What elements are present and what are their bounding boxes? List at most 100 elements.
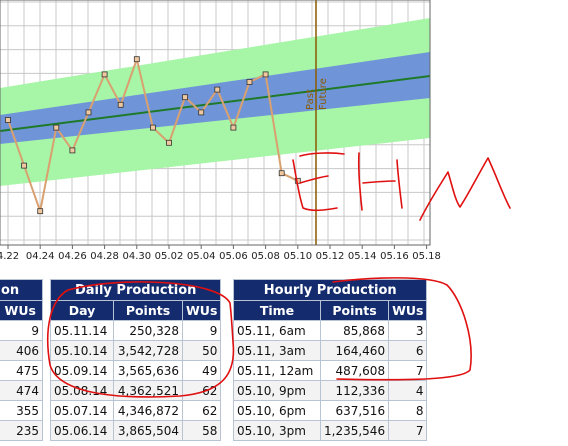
x-tick-label: 04.24 bbox=[26, 251, 55, 262]
table-row: 406 bbox=[0, 340, 43, 361]
table-row: 05.08.14 4,362,521 62 bbox=[50, 380, 222, 401]
data-point bbox=[21, 162, 28, 169]
x-tick-label: 04.26 bbox=[58, 251, 87, 262]
table-row: 05.10, 6pm 637,516 8 bbox=[233, 400, 428, 421]
points-cell: 3,865,504 bbox=[113, 420, 183, 441]
x-tick-label: 05.04 bbox=[187, 251, 216, 262]
data-point bbox=[37, 208, 44, 215]
data-point bbox=[214, 86, 221, 93]
x-tick-label: 05.02 bbox=[155, 251, 184, 262]
data-point bbox=[149, 124, 156, 131]
hourly-col-time: Time bbox=[233, 300, 321, 321]
wus-cell: 406 bbox=[0, 340, 43, 361]
wus-cell: 9 bbox=[181, 320, 222, 341]
daily-col-day: Day bbox=[50, 300, 114, 321]
x-tick-label: 05.06 bbox=[219, 251, 248, 262]
daily-title: Daily Production bbox=[49, 279, 222, 301]
x-tick-label: 05.12 bbox=[316, 251, 345, 262]
day-cell: 05.08.14 bbox=[50, 380, 114, 401]
wus-cell: 62 bbox=[181, 380, 222, 401]
marker-label-future: Future bbox=[318, 78, 329, 110]
data-point bbox=[133, 56, 140, 63]
table-row: 05.10, 9pm 112,336 4 bbox=[233, 380, 428, 401]
points-cell: 487,608 bbox=[319, 360, 390, 381]
left-col-wus: WUs bbox=[0, 300, 43, 321]
data-point bbox=[230, 124, 237, 131]
points-cell: 1,235,546 bbox=[319, 420, 390, 441]
wus-cell: 235 bbox=[0, 420, 43, 441]
wus-cell: 50 bbox=[181, 340, 222, 361]
table-row: 05.10, 3pm 1,235,546 7 bbox=[233, 420, 428, 441]
time-cell: 05.10, 3pm bbox=[233, 420, 321, 441]
hourly-col-wus: WUs bbox=[388, 300, 428, 321]
wus-cell: 4 bbox=[388, 380, 428, 401]
table-row: 05.11, 12am 487,608 7 bbox=[233, 360, 428, 381]
table-row: 9 bbox=[0, 320, 43, 341]
time-cell: 05.10, 6pm bbox=[233, 400, 321, 421]
points-cell: 250,328 bbox=[113, 320, 183, 341]
day-cell: 05.11.14 bbox=[50, 320, 114, 341]
day-cell: 05.07.14 bbox=[50, 400, 114, 421]
data-point bbox=[294, 177, 301, 184]
points-cell: 4,362,521 bbox=[113, 380, 183, 401]
x-tick-label: 04.30 bbox=[122, 251, 151, 262]
data-point bbox=[117, 101, 124, 108]
x-tick-label: 05.10 bbox=[283, 251, 312, 262]
x-tick-label: 05.14 bbox=[348, 251, 377, 262]
points-cell: 112,336 bbox=[319, 380, 390, 401]
points-cell: 637,516 bbox=[319, 400, 390, 421]
data-point bbox=[101, 71, 108, 78]
table-row: 05.11, 3am 164,460 6 bbox=[233, 340, 428, 361]
x-tick-label: 05.18 bbox=[412, 251, 441, 262]
day-cell: 05.10.14 bbox=[50, 340, 114, 361]
table-row: 355 bbox=[0, 400, 43, 421]
time-cell: 05.11, 3am bbox=[233, 340, 321, 361]
data-point bbox=[69, 147, 76, 154]
day-cell: 05.09.14 bbox=[50, 360, 114, 381]
left-table-title: on bbox=[0, 279, 43, 301]
x-tick-label: 04.28 bbox=[90, 251, 119, 262]
x-tick-label: 4.22 bbox=[0, 251, 19, 262]
hourly-col-points: Points bbox=[319, 300, 390, 321]
hourly-production-table: Hourly Production Time Points WUs 05.11,… bbox=[232, 279, 428, 441]
wus-cell: 7 bbox=[388, 360, 428, 381]
table-row: 05.09.14 3,565,636 49 bbox=[50, 360, 222, 381]
wus-cell: 474 bbox=[0, 380, 43, 401]
points-cell: 4,346,872 bbox=[113, 400, 183, 421]
data-point bbox=[53, 124, 60, 131]
data-point bbox=[262, 71, 269, 78]
points-cell: 164,460 bbox=[319, 340, 390, 361]
wus-cell: 8 bbox=[388, 400, 428, 421]
wus-cell: 355 bbox=[0, 400, 43, 421]
table-row: 474 bbox=[0, 380, 43, 401]
table-row: 05.07.14 4,346,872 62 bbox=[50, 400, 222, 421]
x-axis-ticks: 4.22 04.24 04.26 04.28 04.30 05.02 05.04 05.06 0… bbox=[0, 245, 441, 262]
x-tick-label: 05.08 bbox=[251, 251, 280, 262]
marker-label-past: Past bbox=[305, 89, 316, 110]
production-chart: Past Future 4.22 04.24 04.26 04.28 04.30 05.0… bbox=[0, 0, 441, 262]
points-cell: 3,565,636 bbox=[113, 360, 183, 381]
table-row: 235 bbox=[0, 420, 43, 441]
table-row: 05.11.14 250,328 9 bbox=[50, 320, 222, 341]
left-partial-table: on WUs 9 406 475 474 355 235 bbox=[0, 279, 43, 441]
wus-cell: 7 bbox=[388, 420, 428, 441]
data-point bbox=[182, 94, 189, 101]
daily-production-table: Daily Production Day Points WUs 05.11.14… bbox=[49, 279, 222, 441]
wus-cell: 475 bbox=[0, 360, 43, 381]
daily-col-points: Points bbox=[113, 300, 183, 321]
data-point bbox=[278, 170, 285, 177]
hourly-title: Hourly Production bbox=[232, 279, 428, 301]
wus-cell: 3 bbox=[388, 320, 428, 341]
table-row: 05.10.14 3,542,728 50 bbox=[50, 340, 222, 361]
daily-col-wus: WUs bbox=[181, 300, 222, 321]
wus-cell: 58 bbox=[181, 420, 222, 441]
day-cell: 05.06.14 bbox=[50, 420, 114, 441]
data-point bbox=[198, 109, 205, 116]
wus-cell: 49 bbox=[181, 360, 222, 381]
data-point bbox=[166, 139, 172, 146]
points-cell: 85,868 bbox=[319, 320, 390, 341]
wus-cell: 9 bbox=[0, 320, 43, 341]
wus-cell: 6 bbox=[388, 340, 428, 361]
data-point bbox=[85, 109, 92, 116]
x-tick-label: 05.16 bbox=[380, 251, 409, 262]
